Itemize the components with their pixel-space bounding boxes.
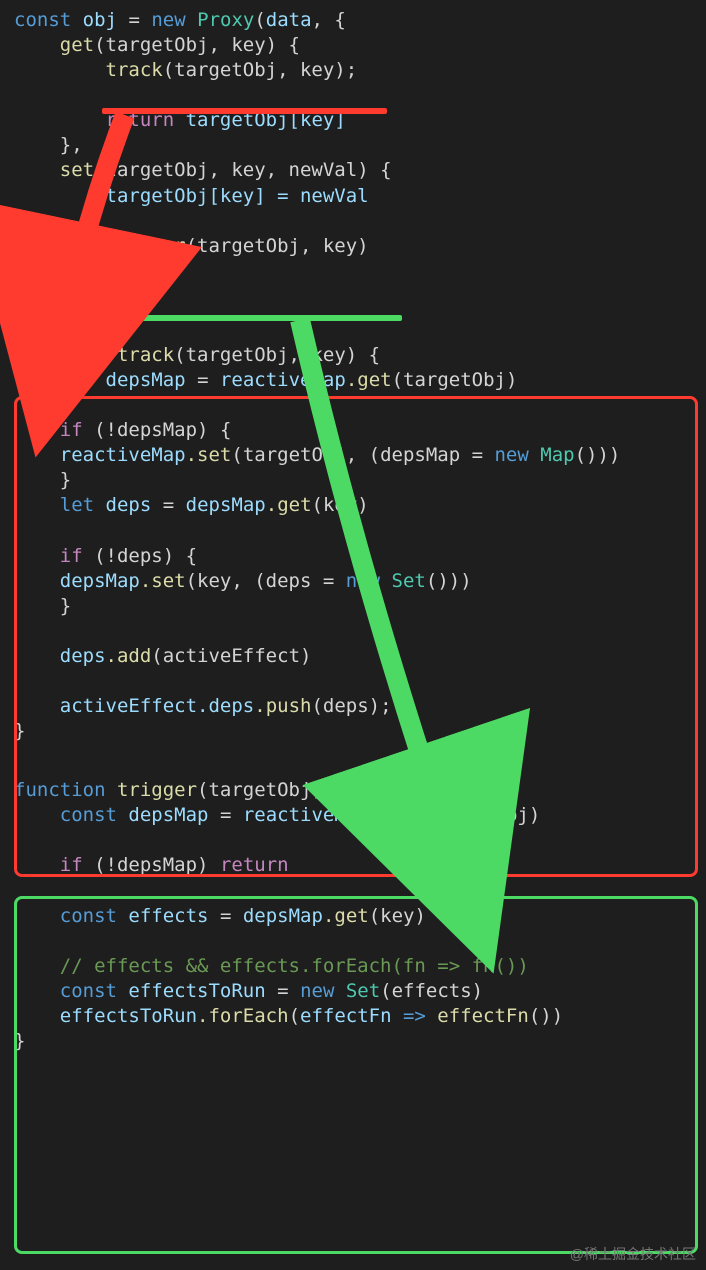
comment: // effects && effects.forEach(fn => fn()…: [60, 955, 529, 977]
get-method: get: [60, 34, 94, 56]
code-block-3: function trigger(targetObj, key) { const…: [0, 770, 706, 1062]
code-editor-view: const obj = new Proxy(data, { get(target…: [0, 0, 706, 1270]
kw-function: function: [14, 344, 106, 366]
kw-return: return: [106, 109, 175, 131]
code-block-1: const obj = new Proxy(data, { get(target…: [0, 0, 706, 317]
fn-track: track: [117, 344, 174, 366]
trigger-call: trigger: [106, 235, 186, 257]
watermark: @稀土掘金技术社区: [570, 1244, 696, 1264]
var-obj: obj: [83, 9, 117, 31]
kw-new: new: [151, 9, 185, 31]
kw-function: function: [14, 779, 106, 801]
track-call: track: [106, 59, 163, 81]
fn-trigger: trigger: [117, 779, 197, 801]
set-method: set: [60, 159, 94, 181]
cls-proxy: Proxy: [197, 9, 254, 31]
code-block-2: function track(targetObj, key) { let dep…: [0, 335, 706, 752]
kw-const: const: [14, 9, 71, 31]
